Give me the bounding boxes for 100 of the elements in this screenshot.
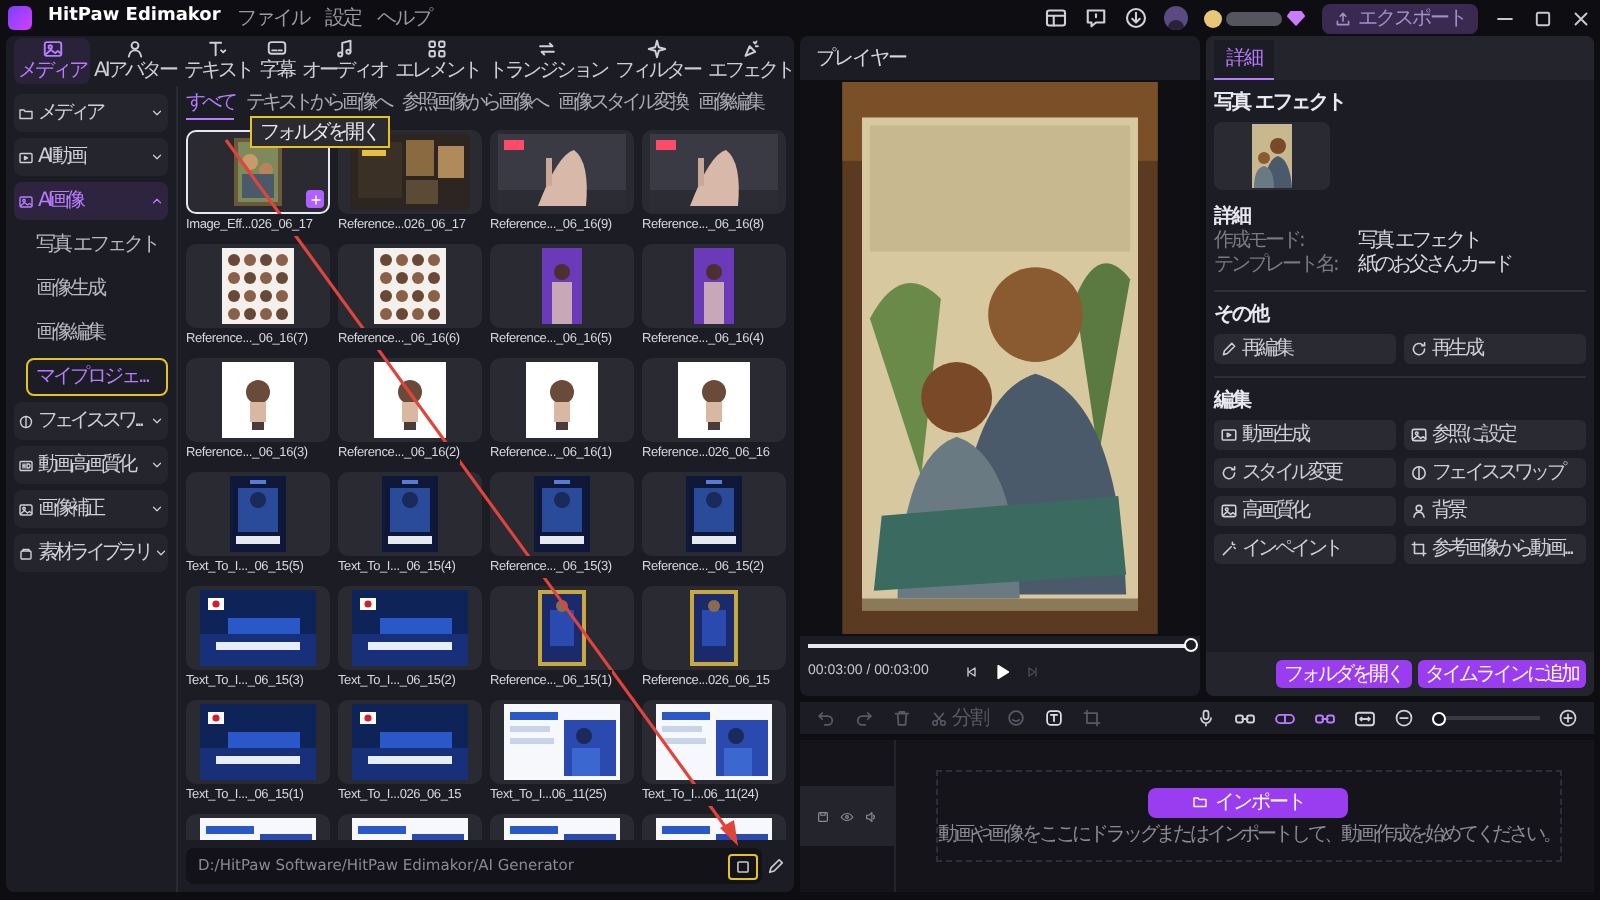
media-thumbnail[interactable] [490,586,634,670]
sidebar-subitem[interactable]: 画像生成 [26,270,168,308]
media-thumbnail[interactable] [490,244,634,328]
action-button[interactable]: フォルダを開く [1276,660,1411,688]
filter-tab[interactable]: 画像スタイル変換 [558,88,686,120]
emoji-icon[interactable] [1006,708,1026,728]
sidebar-item[interactable]: 動画高画質化 [14,446,168,484]
media-thumbnail[interactable] [642,130,786,214]
media-thumbnail[interactable] [642,472,786,556]
import-button[interactable]: インポート [1148,787,1349,817]
media-thumbnail[interactable] [338,586,482,670]
toolbar-tab[interactable]: エレメント [390,38,484,84]
add-button[interactable] [306,190,324,208]
sidebar-item[interactable]: AI 動画 [14,138,168,176]
media-thumbnail[interactable] [338,472,482,556]
media-thumbnail[interactable] [642,358,786,442]
action-button[interactable]: 参考画像から動画... [1404,534,1586,564]
progress-handle[interactable] [1184,638,1198,652]
sidebar-subitem[interactable]: 写真 エフェクト [26,226,168,264]
refresh-icon [1410,340,1428,358]
speaker-icon[interactable] [864,809,878,823]
media-thumbnail[interactable] [186,472,330,556]
wand-icon [1220,540,1238,558]
fit-icon[interactable] [1354,707,1376,729]
person-icon [123,38,146,60]
filter-tab[interactable]: 参照画像から画像へ [402,88,546,120]
lock-icon[interactable] [816,809,830,823]
action-button[interactable]: 高画質化 [1214,496,1396,526]
action-button[interactable]: スタイル変更 [1214,458,1396,488]
sidebar-subitem[interactable]: 画像編集 [26,314,168,352]
filter-tab[interactable]: すべて [186,88,234,120]
action-button[interactable]: 再編集 [1214,334,1396,364]
sidebar-item[interactable]: フェイススワ... [14,402,168,440]
media-thumbnail[interactable] [490,700,634,784]
eye-icon[interactable] [840,809,854,823]
zoom-out-icon[interactable] [1394,708,1414,728]
media-thumbnail[interactable] [642,586,786,670]
toolbar-tab[interactable]: エフェクト [703,38,797,84]
toolbar-tab[interactable]: フィルター [610,38,704,84]
action-button[interactable]: 再生成 [1404,334,1586,364]
microphone-icon[interactable] [1196,708,1216,728]
delete-icon[interactable] [892,708,912,728]
action-button[interactable]: 背景 [1404,496,1586,526]
sidebar-item[interactable]: 画像補正 [14,490,168,528]
maximize-icon[interactable] [1532,7,1554,29]
filter-tab[interactable]: 画像編集 [698,88,762,120]
sidebar-item[interactable]: メディア [14,94,168,132]
blurred-text [1226,11,1282,25]
pen-icon[interactable] [766,856,786,876]
menu-item[interactable]: ヘルプ [376,3,431,33]
previous-icon[interactable] [964,664,981,680]
media-thumbnail[interactable] [338,358,482,442]
logo-icon [8,6,32,30]
media-thumbnail[interactable] [338,700,482,784]
sidebar-item[interactable]: AI画像 [14,182,168,220]
section-heading: 写真 エフェクト [1214,92,1347,116]
download-icon[interactable] [1124,6,1148,30]
action-button[interactable]: 動画生成 [1214,420,1396,450]
action-button[interactable]: 参照に設定 [1404,420,1586,450]
open-folder-button[interactable] [728,853,758,879]
export-button[interactable]: エクスポート [1322,3,1478,33]
field-value: 写真 エフェクト [1358,230,1481,254]
menu-item[interactable]: 設定 [324,3,361,33]
play-icon[interactable] [992,662,1013,682]
sidebar-subitem[interactable]: マイプロジェ... [26,358,168,396]
zoom-slider-handle[interactable] [1432,711,1446,725]
toolbar-tab[interactable]: オーディオ [297,38,391,84]
panel-tab[interactable]: 詳細 [1214,40,1274,80]
sidebar-item[interactable]: 素材ライブラリ [14,534,168,572]
toolbar-tab[interactable]: 字幕 [255,38,298,84]
text-box-icon[interactable] [1044,708,1064,728]
feedback-icon[interactable] [1084,6,1108,30]
media-thumbnail[interactable] [186,700,330,784]
media-thumbnail[interactable] [186,358,330,442]
filter-tab[interactable]: テキストから画像へ [246,88,390,120]
redo-icon[interactable] [854,708,874,728]
layout-icon[interactable] [1044,6,1068,30]
close-icon[interactable] [1570,7,1592,29]
zoom-in-icon[interactable] [1558,708,1578,728]
media-thumbnail[interactable] [490,472,634,556]
toolbar-tab[interactable]: AIアバター [90,38,180,84]
media-thumbnail[interactable] [338,244,482,328]
media-thumbnail[interactable] [490,130,634,214]
toolbar-tab[interactable]: メディア [14,38,90,84]
action-button[interactable]: タイムラインに追加 [1417,660,1586,688]
menu-item[interactable]: ファイル [236,3,309,33]
toolbar-tab[interactable]: トランジション [483,38,611,84]
media-thumbnail[interactable] [186,586,330,670]
undo-icon[interactable] [816,708,836,728]
avatar-icon[interactable] [1164,6,1188,30]
media-thumbnail[interactable] [186,244,330,328]
media-thumbnail[interactable] [642,700,786,784]
media-thumbnail[interactable] [642,244,786,328]
globe-icon [1410,464,1428,482]
media-thumbnail[interactable] [490,358,634,442]
crop-icon[interactable] [1082,708,1102,728]
image-icon [18,501,34,517]
action-button[interactable]: インペイント [1214,534,1396,564]
action-button[interactable]: フェイススワップ [1404,458,1586,488]
toolbar-tab[interactable]: テキスト [179,38,256,84]
